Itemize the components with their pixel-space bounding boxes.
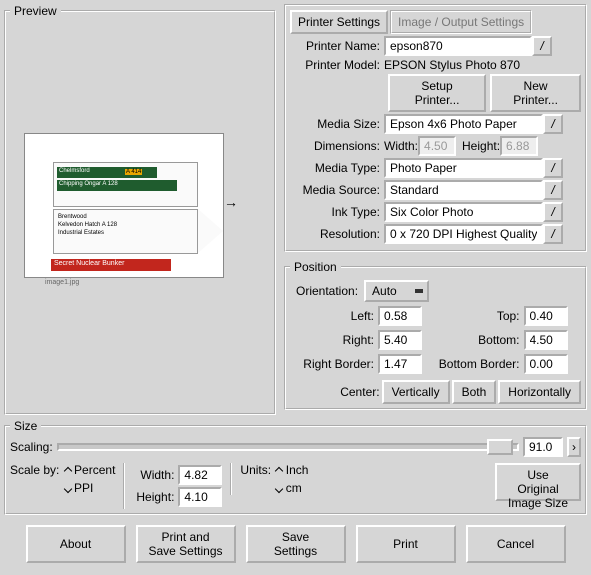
preview-legend: Preview (10, 4, 61, 18)
size-height-input[interactable] (178, 487, 222, 507)
printer-settings-panel: Printer Settings Image / Output Settings… (284, 4, 587, 252)
media-size-input[interactable] (384, 114, 543, 134)
top-label: Top: (436, 309, 524, 323)
center-horizontally-button[interactable]: Horizontally (498, 380, 581, 404)
bottom-border-input[interactable] (524, 354, 568, 374)
use-original-size-button[interactable]: Use Original Image Size (495, 463, 581, 501)
scaling-label: Scaling: (10, 440, 53, 454)
dim-width-label: Width: (384, 139, 418, 153)
scale-by-percent[interactable]: Percent (65, 463, 116, 477)
center-label: Center: (340, 385, 379, 399)
center-vertically-button[interactable]: Vertically (382, 380, 450, 404)
printer-model-label: Printer Model: (290, 58, 384, 72)
arrow-icon: → (224, 194, 238, 210)
ink-type-label: Ink Type: (290, 205, 384, 219)
scaling-slider[interactable] (57, 443, 519, 451)
dim-width-input (418, 136, 456, 156)
dim-height-input (500, 136, 538, 156)
printer-name-input[interactable] (384, 36, 532, 56)
size-width-label: Width: (133, 468, 178, 482)
size-legend: Size (10, 419, 41, 433)
save-settings-button[interactable]: Save Settings (246, 525, 346, 563)
position-legend: Position (290, 260, 341, 274)
tab-printer-settings[interactable]: Printer Settings (290, 10, 388, 34)
media-source-label: Media Source: (290, 183, 384, 197)
print-button[interactable]: Print (356, 525, 456, 563)
resolution-input[interactable] (384, 224, 543, 244)
resolution-menu[interactable]: / (543, 224, 563, 244)
left-input[interactable] (378, 306, 422, 326)
size-width-input[interactable] (178, 465, 222, 485)
scaling-spinner[interactable]: › (567, 437, 581, 457)
size-panel: Size Scaling: › Scale by: Percent PPI Wi… (4, 419, 587, 515)
orientation-select[interactable]: Auto (364, 280, 429, 302)
media-type-label: Media Type: (290, 161, 384, 175)
right-border-label: Right Border: (290, 357, 378, 371)
left-label: Left: (290, 309, 378, 323)
units-label: Units: (240, 463, 271, 477)
units-inch[interactable]: Inch (276, 463, 308, 477)
media-size-menu[interactable]: / (543, 114, 563, 134)
preview-image[interactable]: Chelmsford A 414 Chipping Ongar A 128 Br… (24, 133, 224, 278)
bottom-input[interactable] (524, 330, 568, 350)
ink-type-menu[interactable]: / (543, 202, 563, 222)
right-input[interactable] (378, 330, 422, 350)
scaling-input[interactable] (523, 437, 563, 457)
size-height-label: Height: (133, 490, 178, 504)
bottom-label: Bottom: (436, 333, 524, 347)
scale-by-label: Scale by: (10, 463, 59, 477)
new-printer-button[interactable]: New Printer... (490, 74, 581, 112)
media-source-input[interactable] (384, 180, 543, 200)
printer-name-menu[interactable]: / (532, 36, 552, 56)
media-type-menu[interactable]: / (543, 158, 563, 178)
media-type-input[interactable] (384, 158, 543, 178)
orientation-label: Orientation: (296, 284, 358, 298)
dimensions-label: Dimensions: (290, 139, 384, 153)
printer-name-label: Printer Name: (290, 39, 384, 53)
cancel-button[interactable]: Cancel (466, 525, 566, 563)
scale-by-ppi[interactable]: PPI (65, 481, 116, 495)
bottom-border-label: Bottom Border: (436, 357, 524, 371)
center-both-button[interactable]: Both (452, 380, 497, 404)
preview-panel: Preview Chelmsford A 414 Chipping Ongar … (4, 4, 276, 415)
dim-height-label: Height: (462, 139, 500, 153)
resolution-label: Resolution: (290, 227, 384, 241)
printer-model-value: EPSON Stylus Photo 870 (384, 58, 520, 72)
setup-printer-button[interactable]: Setup Printer... (388, 74, 486, 112)
about-button[interactable]: About (26, 525, 126, 563)
tab-image-output[interactable]: Image / Output Settings (390, 10, 532, 34)
ink-type-input[interactable] (384, 202, 543, 222)
media-source-menu[interactable]: / (543, 180, 563, 200)
print-and-save-button[interactable]: Print and Save Settings (136, 525, 236, 563)
media-size-label: Media Size: (290, 117, 384, 131)
units-cm[interactable]: cm (276, 481, 308, 495)
position-panel: Position Orientation: Auto Left: Top: Ri… (284, 260, 587, 410)
right-border-input[interactable] (378, 354, 422, 374)
right-label: Right: (290, 333, 378, 347)
top-input[interactable] (524, 306, 568, 326)
